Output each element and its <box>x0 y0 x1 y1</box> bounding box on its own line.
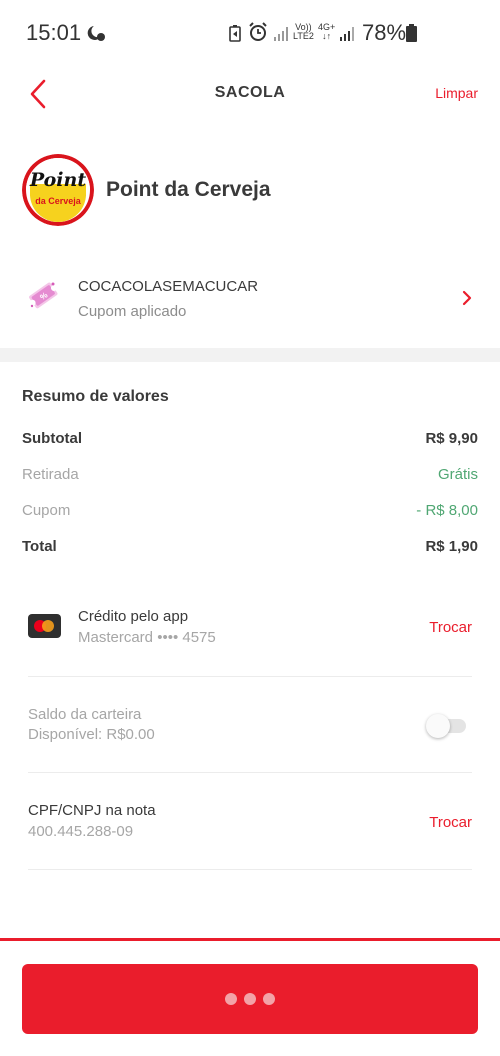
moon-icon <box>87 26 105 41</box>
battery-saver-icon <box>229 25 241 42</box>
subtotal-row: Subtotal R$ 9,90 <box>22 430 478 452</box>
tax-id-value: 400.445.288-09 <box>28 823 134 840</box>
tax-id-title: CPF/CNPJ na nota <box>28 802 156 819</box>
row-value: R$ 9,90 <box>425 430 478 447</box>
summary-title: Resumo de valores <box>22 388 169 405</box>
divider <box>28 869 472 870</box>
clear-button[interactable]: Limpar <box>435 85 478 101</box>
svg-text:da Cerveja: da Cerveja <box>35 196 82 206</box>
row-value: R$ 1,90 <box>425 538 478 555</box>
section-divider <box>0 348 500 362</box>
chevron-right-icon[interactable] <box>460 288 474 308</box>
alarm-icon <box>249 22 267 41</box>
row-value: - R$ 8,00 <box>416 502 478 519</box>
coupon-row[interactable]: % COCACOLASEMACUCAR Cupom aplicado <box>0 270 500 332</box>
page-title: SACOLA <box>214 84 286 101</box>
payment-method-row: Crédito pelo app Mastercard •••• 4575 Tr… <box>28 606 472 652</box>
row-label: Subtotal <box>22 430 82 447</box>
coupon-code: COCACOLASEMACUCAR <box>78 278 259 295</box>
row-label: Retirada <box>22 466 79 483</box>
signal-icon <box>274 27 288 41</box>
header: SACOLA Limpar <box>0 66 500 122</box>
loading-dots-icon <box>225 993 275 1005</box>
wallet-available: Disponível: R$0.00 <box>28 726 155 743</box>
pickup-row: Retirada Grátis <box>22 466 478 488</box>
coupon-ticket-icon: % <box>29 282 58 309</box>
status-bar: 15:01 Vo)) LTE2 4G+ ↓↑ 78% <box>0 0 500 66</box>
coupon-status: Cupom aplicado <box>78 303 187 320</box>
row-label: Cupom <box>22 502 71 519</box>
wallet-title: Saldo da carteira <box>28 706 142 723</box>
battery-icon <box>406 24 417 42</box>
wallet-row: Saldo da carteira Disponível: R$0.00 <box>28 704 472 750</box>
mastercard-icon <box>28 614 61 638</box>
wallet-toggle[interactable] <box>426 714 468 738</box>
status-time: 15:01 <box>26 20 82 45</box>
battery-percent: 78% <box>362 20 407 45</box>
svg-text:Point: Point <box>29 169 86 191</box>
change-tax-id-button[interactable]: Trocar <box>429 814 472 831</box>
store-logo: Point da Cerveja <box>22 154 94 226</box>
change-payment-button[interactable]: Trocar <box>429 619 472 636</box>
store-header: Point da Cerveja Point da Cerveja <box>22 152 271 228</box>
total-row: Total R$ 1,90 <box>22 538 478 560</box>
divider <box>28 772 472 773</box>
payment-title: Crédito pelo app <box>78 608 189 625</box>
signal-icon <box>340 27 354 41</box>
tax-id-row: CPF/CNPJ na nota 400.445.288-09 Trocar <box>28 802 472 848</box>
place-order-button[interactable] <box>22 964 478 1034</box>
store-name: Point da Cerveja <box>106 178 271 201</box>
payment-card: Mastercard •••• 4575 <box>78 629 216 646</box>
data-indicator: 4G+ ↓↑ <box>318 22 336 41</box>
row-value: Grátis <box>437 466 478 483</box>
network-indicator: Vo)) LTE2 <box>293 22 314 41</box>
coupon-discount-row: Cupom - R$ 8,00 <box>22 502 478 524</box>
row-label: Total <box>22 538 57 555</box>
divider <box>28 676 472 677</box>
